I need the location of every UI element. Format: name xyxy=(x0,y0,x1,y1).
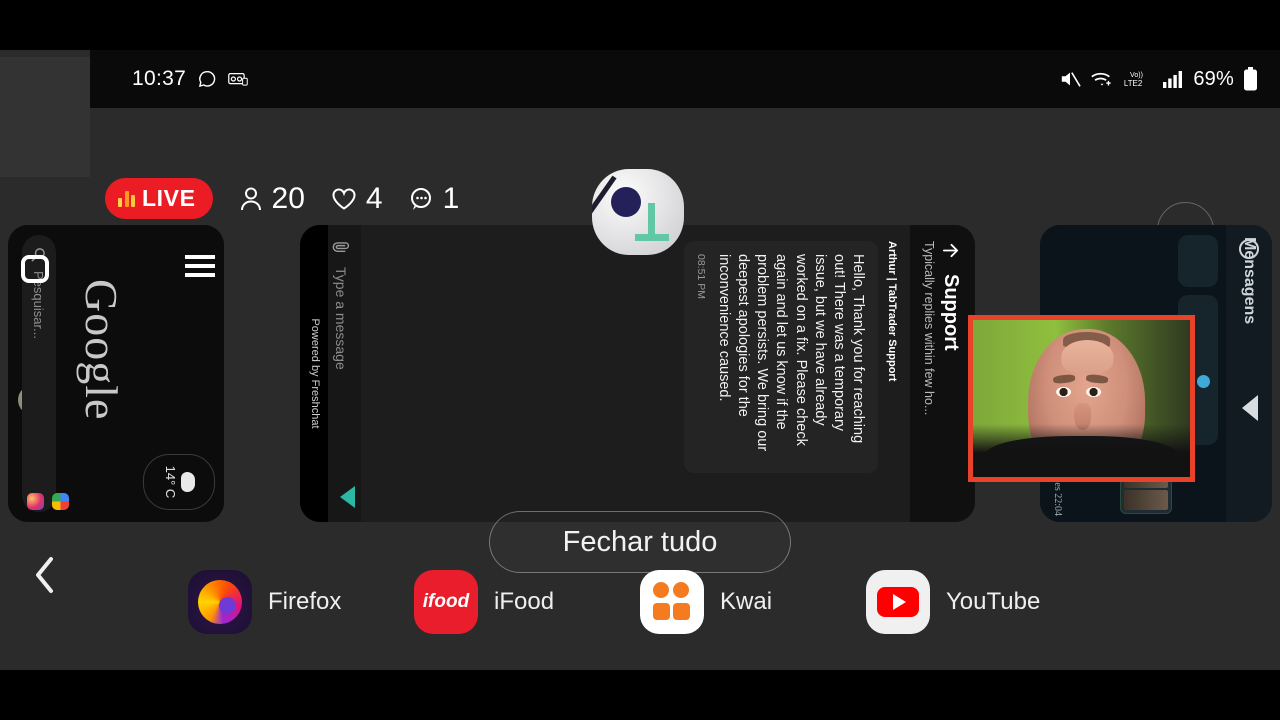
dock-app-label: iFood xyxy=(494,588,555,615)
back-arrow-icon[interactable] xyxy=(941,241,960,260)
tabtrader-t-stem xyxy=(648,203,655,241)
chat-header: Support Typically replies within few ho.… xyxy=(910,225,975,522)
kwai-icon xyxy=(640,570,704,634)
chrome-icon[interactable] xyxy=(52,493,69,510)
mute-icon xyxy=(1059,69,1082,89)
like-count-value: 4 xyxy=(365,181,383,215)
screen-recording-frame: 10:37 Vo)) LTE2 69% LIVE 20 4 1 14° C Go… xyxy=(0,0,1280,720)
battery-icon xyxy=(1243,67,1258,91)
dock-app-label: Firefox xyxy=(268,588,342,615)
phone-screen: 10:37 Vo)) LTE2 69% LIVE 20 4 1 14° C Go… xyxy=(0,50,1280,670)
close-all-label: Fechar tudo xyxy=(562,525,718,558)
dropdown-caret-icon xyxy=(1242,395,1258,421)
tabtrader-app-icon[interactable] xyxy=(592,169,684,255)
webcam-overlay xyxy=(968,315,1195,482)
freshchat-logo-icon xyxy=(340,486,355,508)
forehead xyxy=(1061,339,1113,374)
like-count: 4 xyxy=(331,182,383,216)
status-bar-right: Vo)) LTE2 69% xyxy=(1059,67,1258,91)
eyebrow-right xyxy=(1085,373,1109,384)
chat-message-text: Hello, Thank you for reaching out! There… xyxy=(716,254,866,452)
eyebrow-left xyxy=(1053,373,1076,384)
svg-text:Vo)): Vo)) xyxy=(1130,72,1143,79)
wifi-icon xyxy=(1090,69,1114,89)
battery-percent-label: 69% xyxy=(1193,67,1234,90)
chat-message-list: Arthur | TabTrader Support Hello, Thank … xyxy=(361,225,910,522)
comment-icon xyxy=(409,187,434,211)
dock-app-ifood[interactable]: ifood iFood xyxy=(414,570,640,634)
dock-app-kwai[interactable]: Kwai xyxy=(640,570,866,634)
chat-message-bubble: Hello, Thank you for reaching out! There… xyxy=(684,241,878,473)
status-bar-clock: 10:37 xyxy=(132,67,187,90)
dock-app-label: Kwai xyxy=(720,588,773,615)
attachment-icon[interactable] xyxy=(332,239,351,256)
instagram-icon[interactable] xyxy=(27,493,44,510)
heart-icon xyxy=(331,187,357,211)
status-emoji-icon xyxy=(1239,239,1259,259)
chat-powered-by-label: Powered by Freshchat xyxy=(300,225,328,522)
chat-title: Support xyxy=(940,274,962,351)
voicemail-icon xyxy=(228,71,248,87)
stream-overlay-panel xyxy=(0,57,90,177)
viewer-count-value: 20 xyxy=(271,181,305,215)
svg-text:LTE2: LTE2 xyxy=(1124,79,1143,88)
recents-nav-icon[interactable] xyxy=(185,255,215,277)
chat-header-row: Support xyxy=(939,241,962,506)
ifood-icon: ifood xyxy=(414,570,478,634)
dock-app-label: YouTube xyxy=(946,588,1041,615)
status-bar-left: 10:37 xyxy=(132,67,248,91)
weather-widget[interactable]: 14° C xyxy=(143,454,215,510)
comment-count-value: 1 xyxy=(442,181,460,215)
dock-app-youtube[interactable]: YouTube xyxy=(866,570,1092,634)
weather-temp-label: 14° C xyxy=(163,465,178,499)
chat-input-area[interactable]: Type a message xyxy=(328,225,361,522)
whatsapp-icon xyxy=(197,69,217,89)
viewer-count: 20 xyxy=(239,182,305,216)
comment-count: 1 xyxy=(409,181,460,216)
whatsapp-status-tile[interactable] xyxy=(1178,235,1218,287)
whatsapp-header: Mensagens xyxy=(1226,225,1272,522)
eye-right xyxy=(1086,386,1102,398)
unread-dot-icon xyxy=(1197,375,1210,388)
signal-icon xyxy=(1162,70,1184,88)
volte-icon: Vo)) LTE2 xyxy=(1123,68,1153,90)
live-badge-label: LIVE xyxy=(142,185,196,211)
eye-left xyxy=(1055,386,1071,398)
webcam-vignette xyxy=(973,423,1190,477)
ifood-wordmark: ifood xyxy=(422,591,470,612)
recent-card-freshchat-support[interactable]: Support Typically replies within few ho.… xyxy=(300,225,975,522)
chat-agent-name: Arthur | TabTrader Support xyxy=(886,241,898,382)
youtube-icon xyxy=(866,570,930,634)
chat-subtitle: Typically replies within few ho... xyxy=(922,241,936,416)
firefox-icon xyxy=(188,570,252,634)
chat-input-row: Type a message xyxy=(332,239,351,508)
app-suggestion-dock: Firefox ifood iFood Kwai YouTube xyxy=(0,562,1280,642)
home-screen-content: 14° C Google Pesquisar... xyxy=(8,225,224,522)
dock-app-firefox[interactable]: Firefox xyxy=(188,570,414,634)
live-stats-overlay: LIVE 20 4 1 xyxy=(105,178,459,219)
google-logo-text: Google xyxy=(76,279,127,421)
status-bar: 10:37 Vo)) LTE2 69% xyxy=(90,50,1280,108)
recent-card-home-screen[interactable]: 14° C Google Pesquisar... xyxy=(8,225,224,522)
home-dock-icons xyxy=(27,493,69,510)
home-nav-icon[interactable] xyxy=(21,255,49,283)
live-bars-icon xyxy=(118,190,135,207)
chat-message-timestamp: 08:51 PM xyxy=(695,254,707,299)
freshchat-content: Support Typically replies within few ho.… xyxy=(300,225,975,522)
live-badge: LIVE xyxy=(105,178,213,219)
tabtrader-dot xyxy=(611,187,641,217)
cloud-icon xyxy=(181,472,195,492)
person-icon xyxy=(239,186,263,212)
chat-input-placeholder: Type a message xyxy=(333,267,350,370)
